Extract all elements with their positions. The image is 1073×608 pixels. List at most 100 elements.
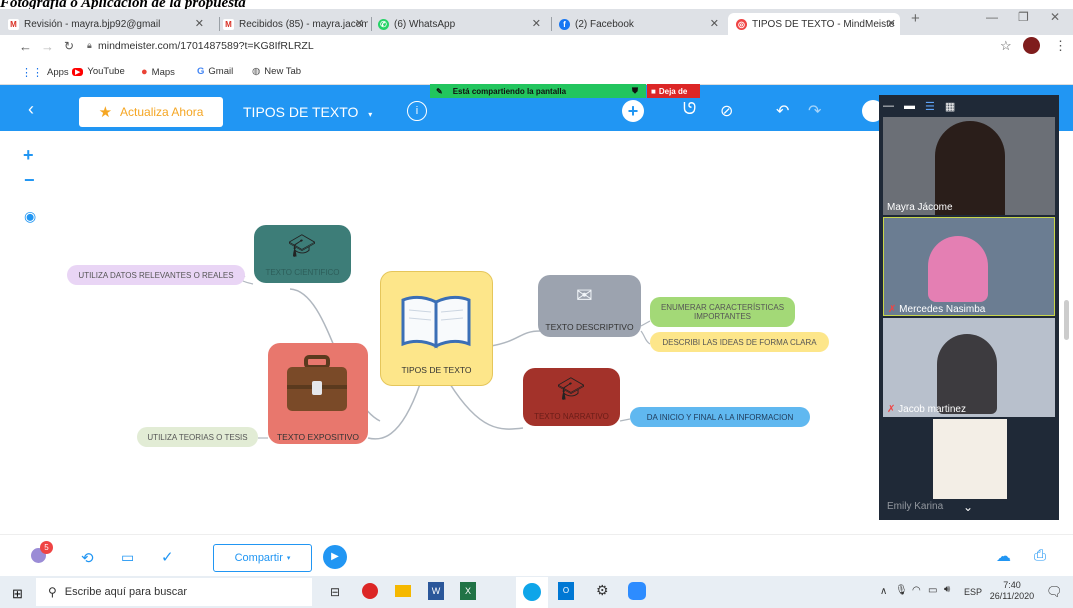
minimize-icon[interactable]: — [986, 10, 998, 24]
play-presentation-button[interactable]: ▶ [323, 545, 347, 569]
single-view-icon[interactable]: ▬ [904, 100, 915, 112]
gallery-view-icon[interactable]: ▦ [945, 100, 955, 113]
new-tab-plus-icon[interactable]: + [911, 10, 920, 27]
zoom-app-icon[interactable] [628, 582, 646, 600]
google-icon: G [197, 66, 205, 77]
upgrade-label: Actualiza Ahora [120, 105, 204, 119]
video-panel-controls: — ▬ ☰ ▦ [883, 97, 1055, 115]
share-button[interactable]: Compartir ▾ [213, 544, 312, 572]
wifi-icon[interactable]: ◠ [912, 585, 921, 596]
bookmark-youtube[interactable]: ▶ YouTube [72, 66, 125, 77]
tab-gmail-revision[interactable]: M Revisión - mayra.bjp92@gmail ✕ [8, 13, 208, 35]
minimize-panel-icon[interactable]: — [883, 100, 894, 112]
leaf-expositivo[interactable]: UTILIZA TEORIAS O TESIS [137, 427, 258, 447]
stop-square-icon: ■ [651, 86, 656, 96]
battery-icon[interactable]: ▭ [928, 585, 937, 596]
bookmark-apps[interactable]: ⋮⋮ Apps [21, 66, 69, 79]
center-node[interactable]: TIPOS DE TEXTO [380, 271, 493, 386]
participant-name: Emily Karina [887, 501, 944, 512]
settings-gear-icon[interactable]: ⚙ [596, 582, 609, 599]
video-tile[interactable]: Emily Karina [883, 419, 1055, 512]
word-icon[interactable]: W [428, 582, 444, 600]
history-icon[interactable]: ⟲ [81, 549, 94, 567]
node-texto-cientifico[interactable]: 🎓︎ TEXTO CIENTIFICO [254, 225, 351, 283]
back-chevron-icon[interactable]: ‹ [28, 99, 34, 120]
node-texto-expositivo[interactable]: TEXTO EXPOSITIVO [268, 343, 368, 444]
muted-mic-icon: ✗ [887, 404, 899, 415]
redo-icon[interactable]: ↷ [808, 101, 821, 121]
bookmark-maps[interactable]: ● Maps [141, 66, 175, 78]
file-explorer-icon[interactable] [395, 585, 411, 597]
tab-facebook[interactable]: f (2) Facebook ✕ [559, 13, 723, 35]
bookmark-star-icon[interactable]: ☆ [1000, 38, 1012, 54]
chrome-icon[interactable] [362, 583, 378, 599]
node-texto-descriptivo[interactable]: ✉ TEXTO DESCRIPTIVO [538, 275, 641, 337]
tab-whatsapp[interactable]: ✆ (6) WhatsApp ✕ [378, 13, 545, 35]
stop-sharing-button[interactable]: ■ Deja de [647, 84, 700, 98]
taskbar-search-box[interactable]: ⚲ Escribe aquí para buscar [36, 578, 312, 606]
close-icon[interactable]: ✕ [195, 17, 204, 30]
undo-icon[interactable]: ↶ [776, 101, 789, 121]
video-tile[interactable]: Mayra Jácome [883, 117, 1055, 215]
zoom-in-icon[interactable]: + [23, 145, 34, 166]
video-tile[interactable]: ✗ Jacob martinez [883, 318, 1055, 417]
chevron-down-icon[interactable]: ⌄ [963, 500, 973, 514]
open-book-icon [399, 290, 473, 350]
microphone-icon: 🎙︎ [895, 585, 908, 596]
menu-kebab-icon[interactable]: ⋮ [1054, 38, 1067, 54]
check-icon[interactable]: ✓ [161, 548, 174, 566]
connect-icon[interactable]: ᘎ [683, 101, 696, 119]
leaf-descriptivo-1[interactable]: ENUMERAR CARACTERÍSTICAS IMPORTANTES [650, 297, 795, 327]
close-icon[interactable]: ✕ [532, 17, 541, 30]
share-label: Compartir [234, 552, 283, 564]
print-icon[interactable]: ⎙ [1034, 547, 1046, 564]
edge-icon[interactable] [523, 583, 541, 601]
reload-icon[interactable]: ↻ [64, 39, 74, 53]
close-icon[interactable]: ✕ [355, 17, 364, 30]
no-style-icon[interactable]: ⊘ [720, 101, 733, 121]
close-icon[interactable]: ✕ [710, 17, 719, 30]
participant-name: Jacob martinez [898, 404, 966, 415]
restore-icon[interactable]: ❐ [1018, 10, 1029, 24]
scrollbar-thumb[interactable] [1064, 300, 1069, 340]
forward-arrow-icon[interactable]: → [41, 39, 54, 54]
map-title-dropdown[interactable]: TIPOS DE TEXTO ▾ [243, 104, 372, 120]
speaker-view-icon[interactable]: ☰ [925, 100, 935, 113]
tab-separator [371, 17, 372, 31]
action-center-icon[interactable]: 🗨︎ [1046, 584, 1063, 600]
leaf-narrativo[interactable]: DA INICIO Y FINAL A LA INFORMACION [630, 407, 810, 427]
close-icon[interactable]: ✕ [887, 17, 896, 30]
video-tile[interactable]: ✗ Mercedes Nasimba [883, 217, 1055, 316]
windows-start-icon[interactable]: ⊞ [12, 586, 23, 602]
leaf-descriptivo-2[interactable]: DESCRIBI LAS IDEAS DE FORMA CLARA [650, 332, 829, 352]
maps-pin-icon: ● [141, 66, 148, 78]
add-topic-button[interactable]: + [622, 100, 644, 122]
back-arrow-icon[interactable]: ← [19, 39, 32, 54]
window-close-icon[interactable]: ✕ [1050, 10, 1060, 24]
tab-mindmeister[interactable]: ◎ TIPOS DE TEXTO - MindMeiste ✕ [728, 13, 900, 35]
outlook-icon[interactable]: O [558, 582, 574, 600]
profile-avatar[interactable] [1023, 37, 1040, 54]
upgrade-button[interactable]: ★ Actualiza Ahora [79, 97, 223, 127]
bookmark-new-tab[interactable]: ◍ New Tab [252, 66, 301, 77]
center-map-icon[interactable]: ◉ [24, 208, 36, 225]
node-texto-narrativo[interactable]: 🎓︎ TEXTO NARRATIVO [523, 368, 620, 426]
tab-label: TIPOS DE TEXTO - MindMeiste [752, 18, 895, 30]
present-icon[interactable]: ▭ [121, 549, 134, 566]
stop-sharing-label: Deja de [658, 86, 688, 96]
clock[interactable]: 7:40 26/11/2020 [987, 580, 1037, 602]
language-indicator[interactable]: ESP [964, 587, 982, 597]
leaf-cientifico[interactable]: UTILIZA DATOS RELEVANTES O REALES [67, 265, 245, 285]
url-field[interactable]: mindmeister.com/1701487589?t=KG8IfRLRZL [98, 40, 314, 52]
volume-icon[interactable]: 🔊︎ [944, 584, 950, 595]
info-icon[interactable]: i [407, 101, 427, 121]
participant-name: Mayra Jácome [887, 202, 953, 213]
zoom-out-icon[interactable]: − [24, 170, 35, 191]
cloud-download-icon[interactable]: ☁ [996, 547, 1011, 565]
tray-chevron-icon[interactable]: ∧ [880, 586, 887, 597]
tab-gmail-recibidos[interactable]: M Recibidos (85) - mayra.jacome ✕ [223, 13, 368, 35]
task-view-icon[interactable]: ⊟ [330, 585, 340, 599]
excel-icon[interactable]: X [460, 582, 476, 600]
participant-name: Mercedes Nasimba [899, 304, 986, 315]
bookmark-gmail[interactable]: G Gmail [197, 66, 233, 77]
